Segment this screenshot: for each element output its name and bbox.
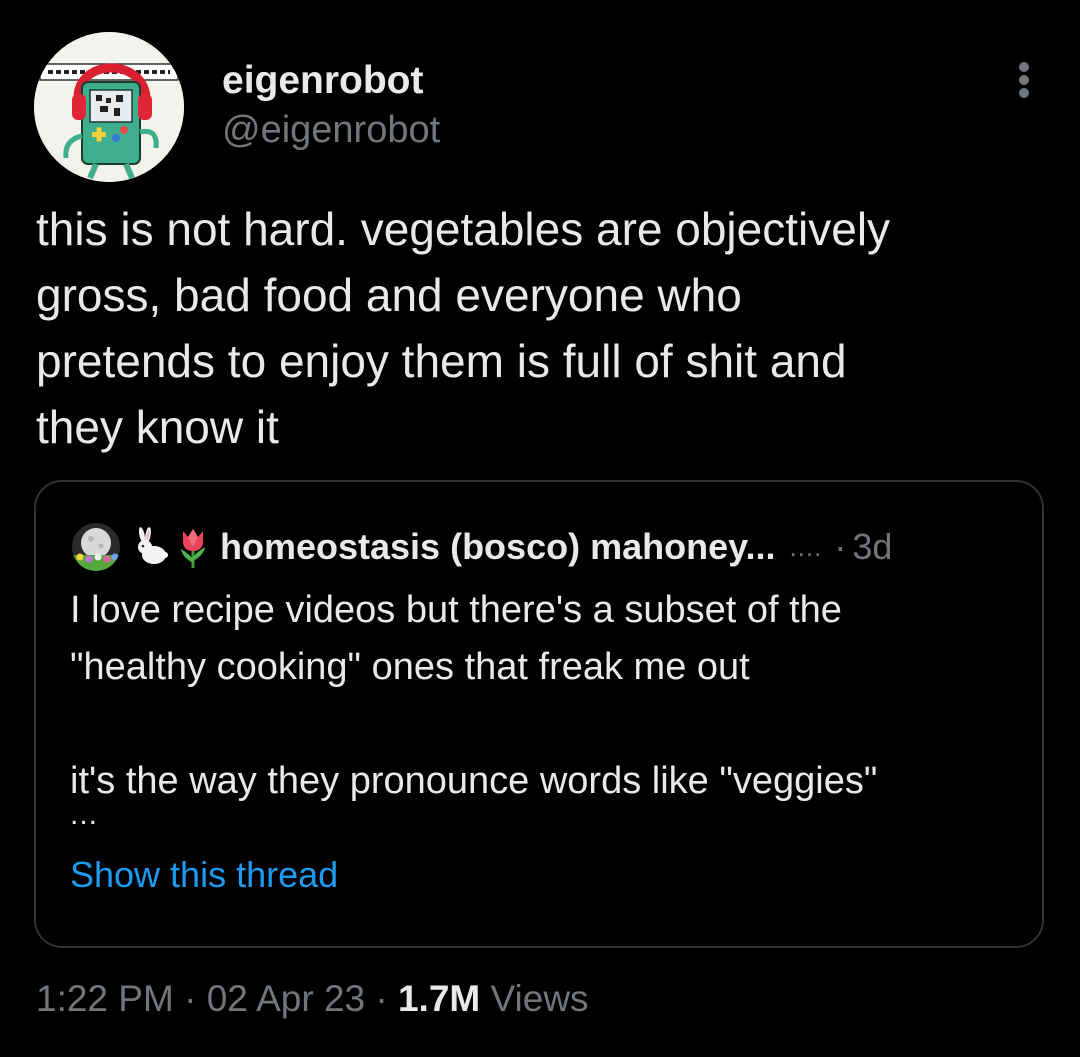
more-dot (1019, 88, 1029, 98)
quoted-separator: · (834, 526, 847, 567)
quoted-tweet[interactable]: homeostasis (bosco) mahoney... .... · 3d… (34, 480, 1044, 948)
quoted-timestamp[interactable]: 3d (852, 526, 892, 568)
more-options-icon[interactable] (1002, 58, 1046, 102)
tweet-date[interactable]: 02 Apr 23 (207, 978, 365, 1019)
quoted-tweet-text: I love recipe videos but there's a subse… (70, 589, 878, 802)
more-dot (1019, 75, 1029, 85)
author-display-name[interactable]: eigenrobot (222, 58, 424, 104)
views-count[interactable]: 1.7M (398, 978, 480, 1019)
tweet-meta: 1:22 PM · 02 Apr 23 · 1.7M Views (36, 976, 589, 1022)
author-handle[interactable]: @eigenrobot (222, 108, 440, 152)
quoted-tweet-header: homeostasis (bosco) mahoney... .... · 3d (72, 522, 892, 572)
tweet-time[interactable]: 1:22 PM (36, 978, 174, 1019)
quoted-author-name[interactable]: homeostasis (bosco) mahoney... (220, 526, 775, 568)
more-dot (1019, 62, 1029, 72)
tweet-text: this is not hard. vegetables are objecti… (36, 203, 891, 453)
meta-separator: · (375, 978, 388, 1019)
tweet: eigenrobot @eigenrobot this is not hard.… (0, 0, 1080, 1057)
tulip-emoji (174, 525, 212, 569)
show-thread-link[interactable]: Show this thread (70, 854, 338, 896)
meta-separator: · (184, 978, 197, 1019)
moon-flowers-avatar[interactable] (72, 523, 120, 571)
robot-with-headphones-avatar[interactable] (34, 32, 184, 182)
rabbit-emoji (134, 525, 172, 569)
quoted-author-suffix: .... (789, 531, 823, 562)
views-label: Views (490, 978, 589, 1019)
quoted-text-ellipsis: ... (70, 798, 99, 831)
